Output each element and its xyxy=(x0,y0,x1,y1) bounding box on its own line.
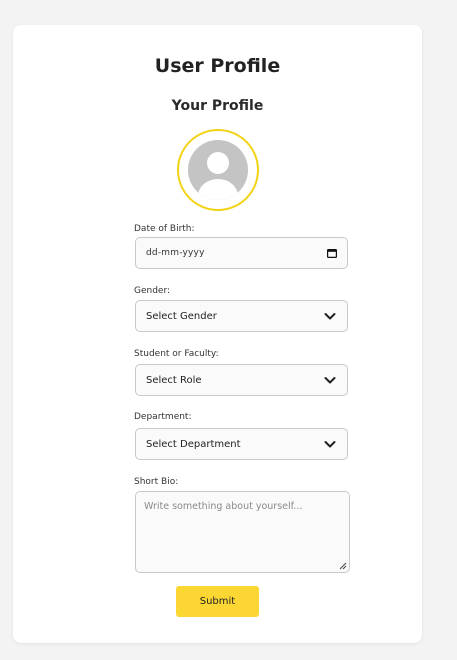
chevron-down-icon xyxy=(324,377,336,384)
role-label: Student or Faculty: xyxy=(134,349,219,359)
gender-select[interactable]: Select Gender xyxy=(135,300,348,332)
dob-label: Date of Birth: xyxy=(134,224,195,234)
page-title: User Profile xyxy=(154,55,281,77)
bio-placeholder: Write something about yourself... xyxy=(144,501,303,512)
chevron-down-icon xyxy=(324,313,336,320)
bio-label: Short Bio: xyxy=(134,477,179,487)
department-label: Department: xyxy=(134,412,192,422)
gender-label: Gender: xyxy=(134,286,171,296)
section-title: Your Profile xyxy=(171,98,264,114)
department-selected-value: Select Department xyxy=(146,438,241,450)
chevron-down-icon xyxy=(324,441,336,448)
gender-selected-value: Select Gender xyxy=(146,310,217,322)
calendar-icon[interactable] xyxy=(327,248,337,258)
department-select[interactable]: Select Department xyxy=(135,428,348,460)
user-avatar-icon xyxy=(188,140,248,200)
role-selected-value: Select Role xyxy=(146,374,202,386)
profile-card: User Profile Your Profile Date of Birth:… xyxy=(13,25,422,643)
role-select[interactable]: Select Role xyxy=(135,364,348,396)
resize-handle-icon[interactable] xyxy=(338,561,347,570)
bio-textarea[interactable]: Write something about yourself... xyxy=(135,491,350,573)
avatar[interactable] xyxy=(177,129,259,211)
dob-input[interactable]: dd-mm-yyyy xyxy=(135,237,348,269)
submit-button[interactable]: Submit xyxy=(176,586,259,617)
dob-placeholder: dd-mm-yyyy xyxy=(146,248,205,258)
